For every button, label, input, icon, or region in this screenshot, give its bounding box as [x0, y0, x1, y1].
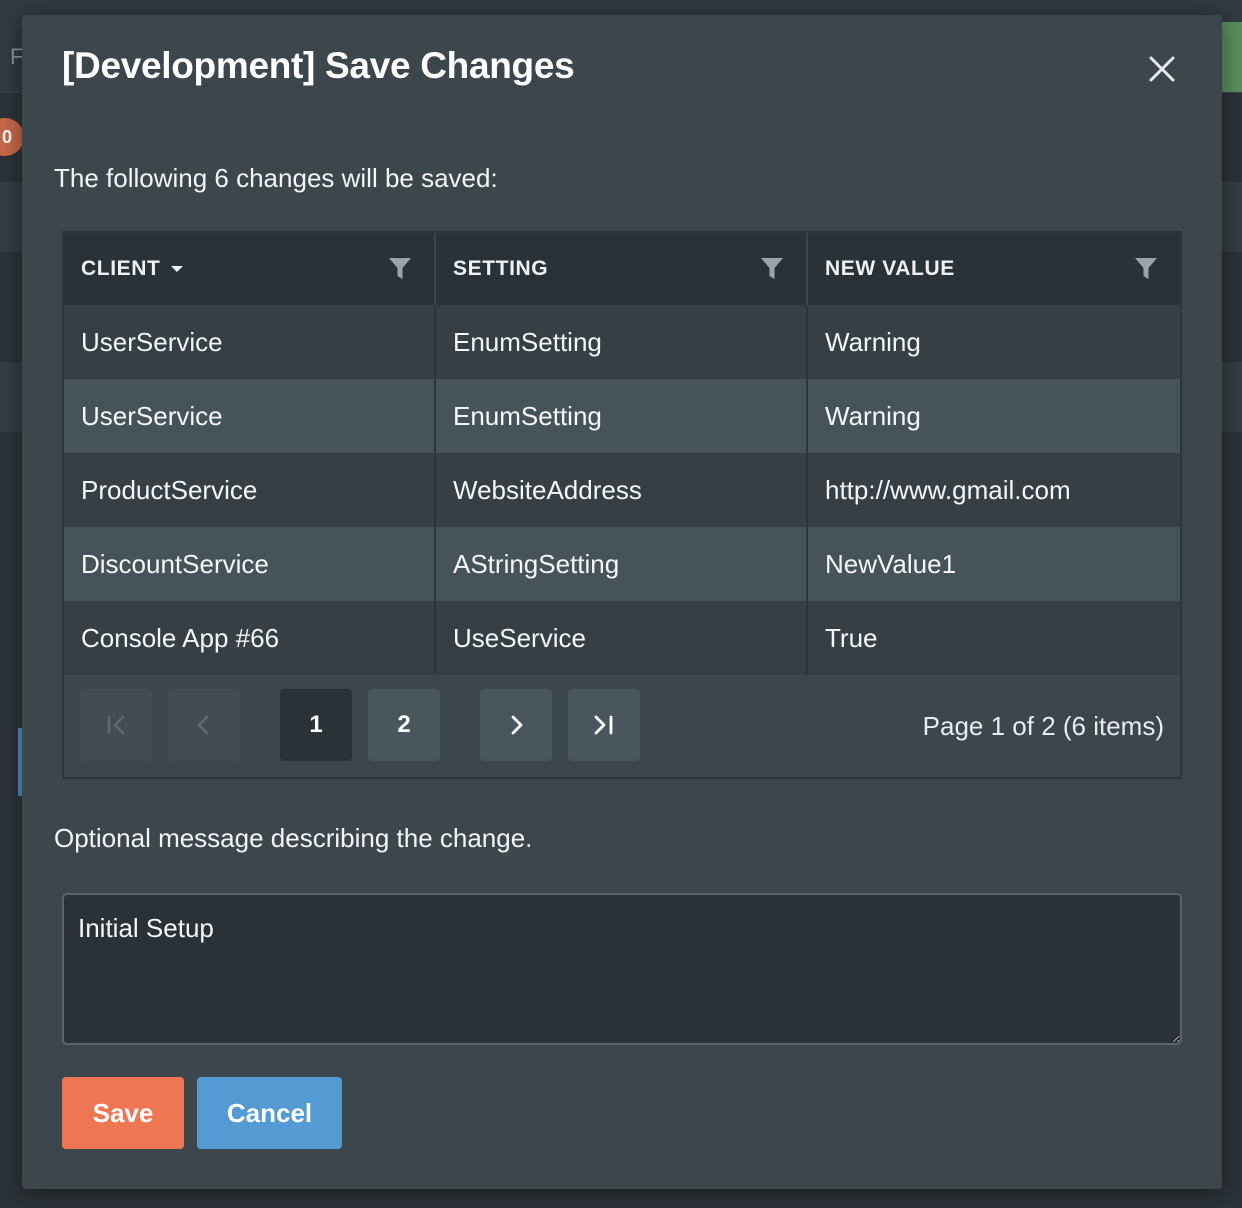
filter-icon[interactable]	[388, 257, 412, 281]
cell-new-value: Warning	[825, 400, 921, 431]
filter-icon[interactable]	[1134, 257, 1158, 281]
cell-client: UserService	[64, 379, 436, 453]
changes-summary: The following 6 changes will be saved:	[54, 163, 498, 193]
column-header-setting[interactable]: SETTING	[436, 233, 808, 305]
close-button[interactable]	[1144, 51, 1180, 87]
cell-new-value: Warning	[825, 326, 921, 357]
cell-setting: WebsiteAddress	[436, 453, 808, 527]
grid-pager: 1 2 Page 1 of 2 (6 items)	[64, 673, 1180, 777]
cell-client: DiscountService	[64, 527, 436, 601]
table-row[interactable]: UserService EnumSetting Warning	[64, 379, 1180, 453]
cell-setting: EnumSetting	[436, 379, 808, 453]
table-row[interactable]: ProductService WebsiteAddress http://www…	[64, 453, 1180, 527]
change-message-input[interactable]: Initial Setup	[62, 893, 1182, 1045]
cancel-button[interactable]: Cancel	[197, 1077, 342, 1149]
column-header-label: NEW VALUE	[825, 257, 955, 280]
dialog-title: [Development] Save Changes	[62, 45, 575, 86]
grid-header: CLIENT SETTING NEW VALUE	[64, 233, 1180, 305]
cell-client: UserService	[64, 305, 436, 379]
changes-grid: CLIENT SETTING NEW VALUE UserService Enu…	[62, 231, 1182, 779]
cell-new-value: http://www.gmail.com	[825, 474, 1071, 505]
page-button-1[interactable]: 1	[280, 689, 352, 761]
cell-setting: UseService	[436, 601, 808, 675]
column-header-label: CLIENT	[81, 257, 161, 280]
chevron-right-icon	[511, 715, 523, 735]
filter-icon[interactable]	[760, 257, 784, 281]
column-header-client[interactable]: CLIENT	[64, 233, 436, 305]
page-info: Page 1 of 2 (6 items)	[922, 711, 1164, 741]
table-row[interactable]: UserService EnumSetting Warning	[64, 305, 1180, 379]
table-row[interactable]: Console App #66 UseService True	[64, 601, 1180, 675]
first-page-icon	[107, 715, 125, 735]
next-page-button[interactable]	[480, 689, 552, 761]
last-page-button[interactable]	[568, 689, 640, 761]
previous-page-button[interactable]	[168, 689, 240, 761]
cell-setting: AStringSetting	[436, 527, 808, 601]
table-row[interactable]: DiscountService AStringSetting NewValue1	[64, 527, 1180, 601]
cell-setting: EnumSetting	[436, 305, 808, 379]
message-label: Optional message describing the change.	[54, 823, 533, 853]
chevron-left-icon	[197, 715, 209, 735]
column-header-label: SETTING	[453, 257, 549, 280]
page-button-2[interactable]: 2	[368, 689, 440, 761]
last-page-icon	[594, 715, 613, 735]
cell-client: ProductService	[64, 453, 436, 527]
save-changes-dialog: [Development] Save Changes The following…	[22, 15, 1222, 1189]
first-page-button[interactable]	[80, 689, 152, 761]
column-header-new-value[interactable]: NEW VALUE	[808, 233, 1180, 305]
cell-client: Console App #66	[64, 601, 436, 675]
sort-descending-icon	[171, 266, 184, 272]
cell-new-value: NewValue1	[825, 548, 957, 579]
cell-new-value: True	[825, 622, 878, 653]
save-button[interactable]: Save	[62, 1077, 184, 1149]
grid-body: UserService EnumSetting Warning UserServ…	[64, 305, 1180, 675]
close-icon	[1149, 56, 1175, 82]
